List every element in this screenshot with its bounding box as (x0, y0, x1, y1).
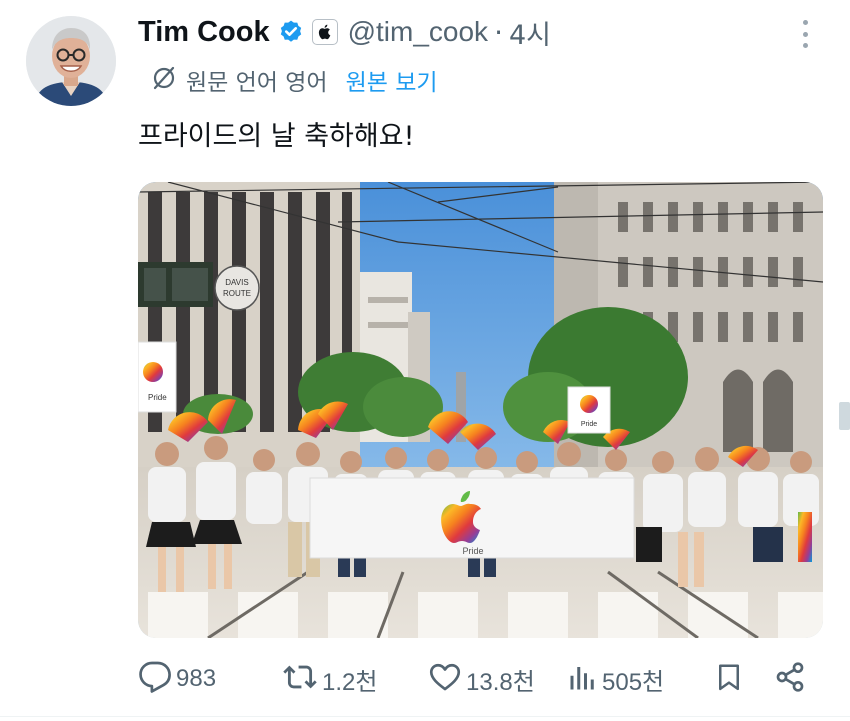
pride-banner: Pride (309, 477, 635, 559)
tweet-timestamp[interactable]: 4시 (509, 13, 551, 52)
street-sign-line-2: ROUTE (223, 289, 251, 298)
pride-banner-text: Pride (462, 546, 483, 556)
tweet-header: Tim Cook @tim_cook · 4시 (138, 12, 551, 52)
pride-sign-left: Pride (138, 341, 177, 413)
like-count: 13.8천 (466, 668, 535, 696)
retweet-count: 1.2천 (322, 668, 378, 696)
bookmark-button[interactable] (714, 656, 744, 702)
translation-bar: 원문 언어 영어 원본 보기 (150, 62, 438, 98)
retweet-button[interactable]: 1.2천 (282, 656, 377, 702)
views-button[interactable]: 505천 (568, 656, 664, 702)
pride-sign-right-text: Pride (581, 421, 597, 428)
verified-badge-icon[interactable] (278, 19, 304, 45)
like-button[interactable]: 13.8천 (428, 656, 535, 702)
tweet-divider (0, 716, 850, 717)
reply-count: 983 (176, 665, 217, 692)
share-button[interactable] (774, 656, 806, 702)
reply-icon (138, 660, 172, 698)
bookmark-icon (714, 660, 744, 698)
scrollbar-thumb[interactable] (839, 402, 850, 430)
tweet-photo[interactable]: DAVIS ROUTE Pride Pride Pride (138, 182, 823, 638)
tweet-text: 프라이드의 날 축하해요! (138, 121, 415, 152)
header-separator: · (494, 15, 503, 49)
retweet-icon (282, 660, 318, 698)
views-count: 505천 (602, 668, 665, 696)
apple-logo-icon[interactable] (311, 19, 338, 45)
more-options-icon[interactable] (790, 18, 820, 50)
pride-sign-right: Pride (567, 386, 611, 434)
views-chart-icon (568, 660, 598, 698)
author-handle[interactable]: @tim_cook (348, 16, 488, 48)
street-sign-line-1: DAVIS (225, 278, 248, 287)
translation-label: 원문 언어 영어 (186, 70, 328, 96)
share-icon (774, 660, 806, 698)
pride-sign-left-text: Pride (148, 393, 167, 402)
tweet-actions-bar: 983 1.2천 13.8천 505천 (0, 656, 850, 702)
author-name[interactable]: Tim Cook (138, 16, 270, 49)
reply-button[interactable]: 983 (138, 656, 216, 702)
author-avatar[interactable] (26, 16, 116, 106)
heart-icon (428, 660, 462, 698)
translate-icon (150, 64, 178, 96)
show-original-link[interactable]: 원본 보기 (346, 63, 438, 97)
